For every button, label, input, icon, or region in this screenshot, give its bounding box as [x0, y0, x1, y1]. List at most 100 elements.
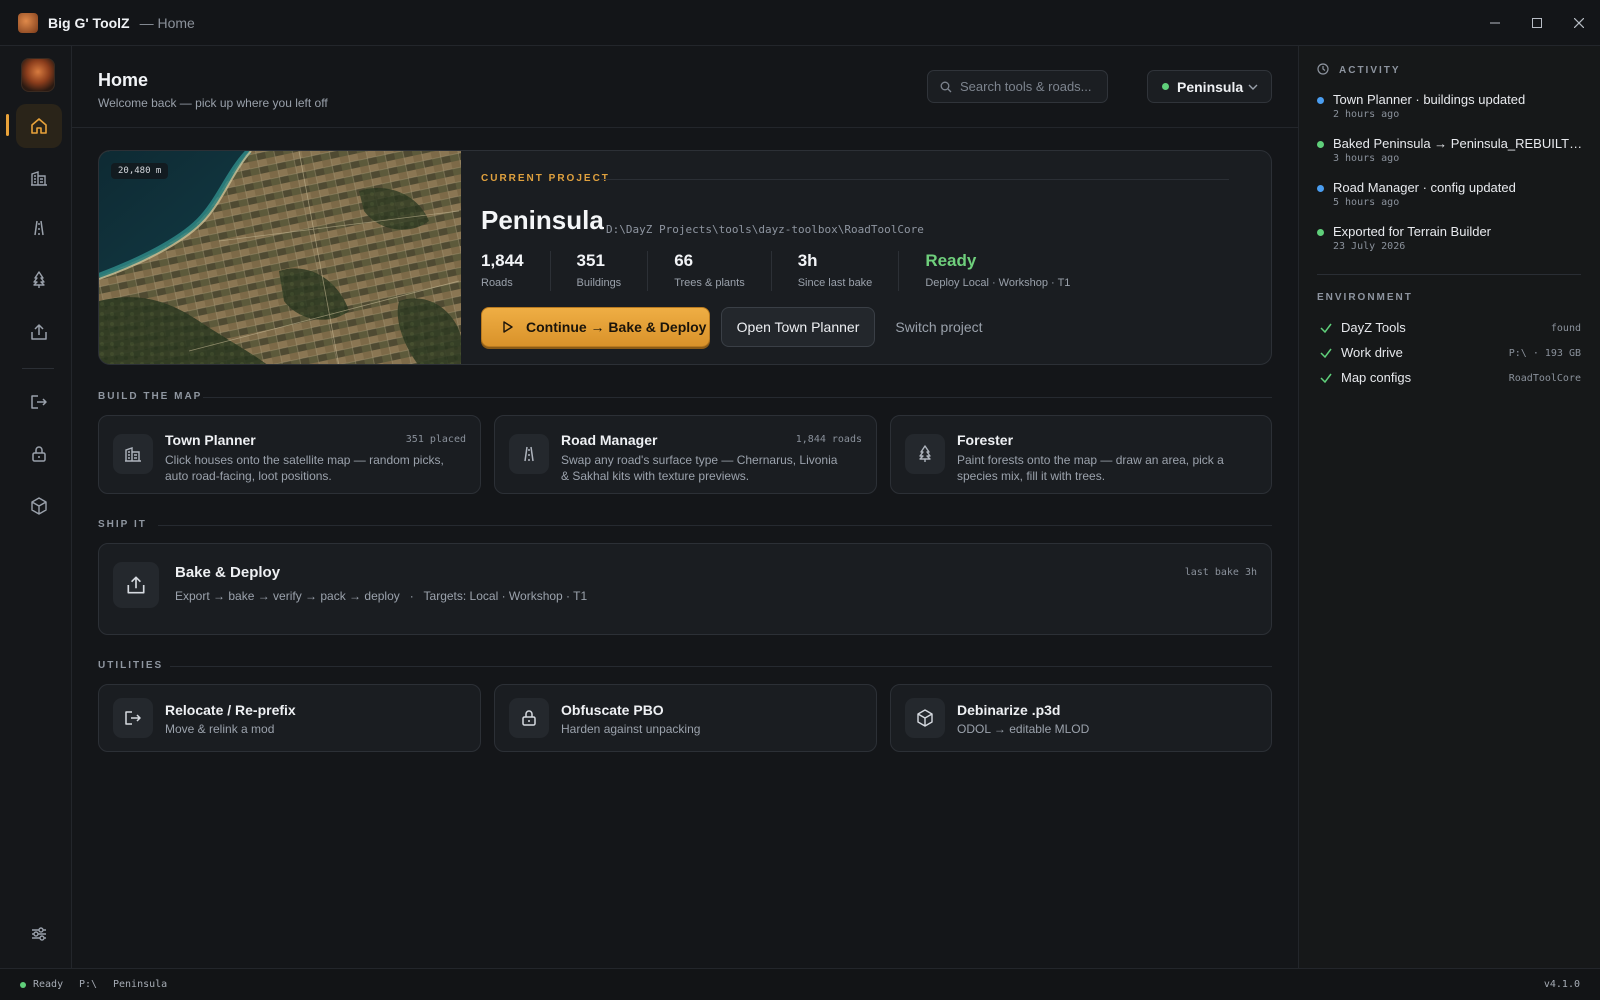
nav-forester[interactable] [16, 258, 62, 302]
project-path: D:\DayZ Projects\tools\dayz-toolbox\Road… [606, 223, 924, 236]
nav-debinarize[interactable] [16, 484, 62, 528]
buildings-icon [31, 171, 47, 186]
utility-card-relocate[interactable]: Relocate / Re-prefix Move & relink a mod [98, 684, 481, 752]
tool-card-town-planner[interactable]: Town Planner 351 placed Click houses ont… [98, 415, 481, 494]
project-selector-label: Peninsula [1177, 78, 1244, 95]
card-icon-box [905, 698, 945, 738]
activity-panel: ACTIVITY Town Planner · buildings update… [1298, 46, 1600, 968]
relocate-icon [31, 395, 47, 409]
stat-label: Since last bake [797, 277, 873, 289]
status-dot [20, 982, 26, 988]
nav-bake-deploy[interactable] [16, 310, 62, 354]
check-icon [1320, 373, 1332, 384]
env-label: Work drive [1341, 345, 1403, 360]
section-label-ship: SHIP IT [98, 519, 147, 530]
stat-label: Buildings [576, 277, 622, 289]
app-logo-icon [18, 12, 38, 33]
activity-item[interactable]: Exported for Terrain Builder 23 July 202… [1317, 224, 1587, 252]
stat-value: 3h [797, 251, 818, 270]
section-label-build: BUILD THE MAP [98, 391, 203, 402]
activity-dot [1317, 185, 1324, 192]
activity-time: 5 hours ago [1333, 197, 1400, 208]
current-project-details: CURRENT PROJECT Peninsula D:\DayZ Projec… [461, 151, 1271, 364]
activity-item[interactable]: Town Planner · buildings updated 2 hours… [1317, 92, 1587, 120]
activity-time: 2 hours ago [1333, 109, 1400, 120]
app-name: Big G' ToolZ [48, 14, 130, 31]
switch-project-button[interactable]: Switch project [885, 307, 993, 347]
upload-box-icon [127, 576, 145, 594]
stat-value: Ready [925, 251, 977, 270]
env-row-map-configs: Map configs RoadToolCore [1317, 370, 1581, 390]
card-desc: Harden against unpacking [561, 722, 701, 736]
nav-obfuscate[interactable] [16, 432, 62, 476]
app-version: v4.1.0 [1543, 979, 1580, 990]
card-desc-line1: Swap any road's surface type — Chernarus… [561, 453, 838, 467]
nav-town-planner[interactable] [16, 156, 62, 200]
tree-icon [919, 445, 931, 462]
search-box[interactable] [927, 70, 1108, 103]
maximize-button[interactable] [1516, 0, 1558, 46]
minimize-button[interactable] [1474, 0, 1516, 46]
rail-divider [22, 368, 54, 369]
project-status-dot [1162, 83, 1169, 90]
card-title: Obfuscate PBO [561, 702, 664, 718]
cube-icon [917, 709, 933, 727]
stat-value: 1,844 [481, 251, 524, 270]
card-icon-box [113, 698, 153, 738]
section-divider [158, 525, 1272, 526]
activity-dot [1317, 141, 1324, 148]
current-project-card: 20,480 m CURRENT PROJECT Peninsula D:\Da… [98, 150, 1272, 365]
open-town-planner-button[interactable]: Open Town Planner [721, 307, 875, 347]
eyebrow-divider [601, 179, 1229, 180]
activity-title: Town Planner · buildings updated [1333, 92, 1526, 107]
nav-home[interactable] [16, 104, 62, 148]
utility-card-debinarize[interactable]: Debinarize .p3d ODOL → editable MLOD [890, 684, 1272, 752]
clock-icon [1317, 63, 1329, 75]
nav-settings[interactable] [16, 912, 62, 956]
tool-card-road-manager[interactable]: Road Manager 1,844 roads Swap any road's… [494, 415, 877, 494]
activity-dot [1317, 97, 1324, 104]
upload-box-icon [31, 324, 47, 340]
map-scale-badge: 20,480 m [111, 163, 169, 179]
utility-card-obfuscate[interactable]: Obfuscate PBO Harden against unpacking [494, 684, 877, 752]
tool-card-forester[interactable]: Forester Paint forests onto the map — dr… [890, 415, 1272, 494]
stat-trees: 66 Trees & plants [674, 251, 772, 291]
satellite-map-thumbnail[interactable]: 20,480 m [99, 151, 461, 364]
maximize-icon [1532, 18, 1542, 28]
section-divider [203, 397, 1272, 398]
env-label: Map configs [1341, 370, 1412, 385]
check-icon [1320, 323, 1332, 334]
card-meta: last bake 3h [1184, 567, 1257, 578]
buildings-icon [125, 447, 141, 462]
user-avatar[interactable] [21, 58, 55, 92]
window-page-name: — Home [139, 14, 195, 31]
nav-road-manager[interactable] [16, 206, 62, 250]
activity-title: Road Manager · config updated [1333, 180, 1516, 195]
bake-deploy-card[interactable]: Bake & Deploy Export → bake → verify → p… [98, 543, 1272, 635]
close-icon [1574, 18, 1584, 28]
play-icon [503, 321, 513, 333]
page-header: Home Welcome back — pick up where you le… [72, 46, 1298, 128]
road-icon [524, 446, 534, 462]
card-desc: Export → bake → verify → pack → deploy ·… [175, 589, 588, 603]
lock-icon [522, 710, 536, 726]
card-icon-box [113, 562, 159, 608]
stat-label: Trees & plants [674, 277, 745, 289]
activity-item[interactable]: Road Manager · config updated 5 hours ag… [1317, 180, 1587, 208]
minimize-icon [1490, 22, 1500, 24]
stat-value: 351 [576, 251, 605, 270]
continue-bake-deploy-button[interactable]: Continue → Bake & Deploy [481, 307, 710, 347]
home-icon [31, 118, 47, 134]
status-text: Ready [33, 979, 64, 990]
search-input[interactable] [960, 79, 1100, 94]
activity-item[interactable]: Baked Peninsula → Peninsula_REBUILT_2...… [1317, 136, 1587, 164]
card-title: Town Planner [165, 432, 256, 448]
card-title: Bake & Deploy [175, 564, 281, 581]
project-selector[interactable]: Peninsula [1147, 70, 1272, 103]
section-label-utilities: UTILITIES [98, 660, 164, 671]
activity-dot [1317, 229, 1324, 236]
close-button[interactable] [1558, 0, 1600, 46]
nav-relocate[interactable] [16, 380, 62, 424]
project-name: Peninsula [481, 205, 604, 235]
left-nav-rail [0, 46, 72, 968]
